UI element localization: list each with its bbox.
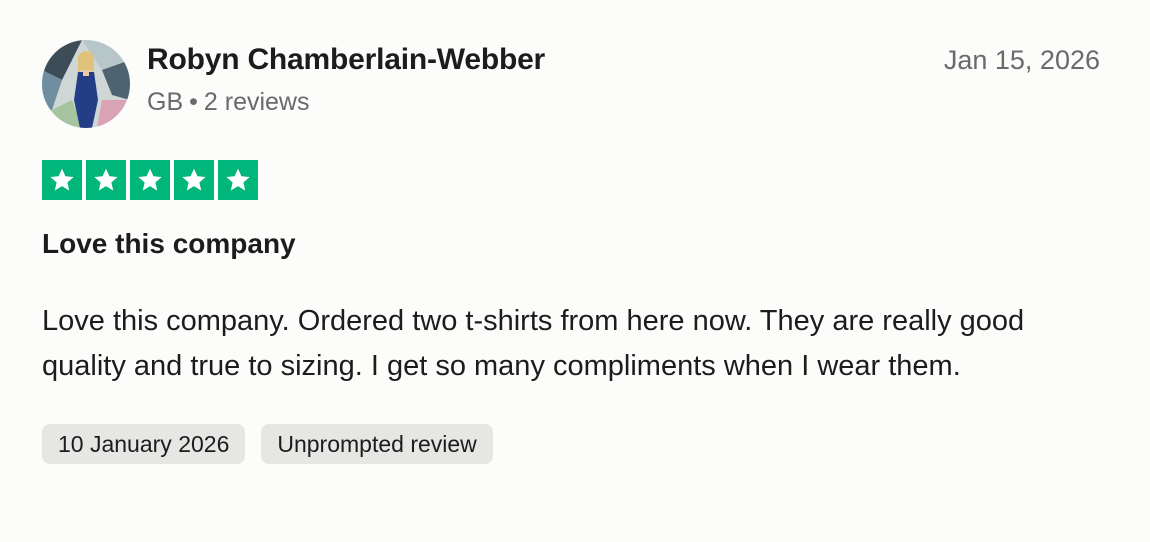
avatar-photo bbox=[42, 40, 130, 128]
star-icon bbox=[218, 160, 258, 200]
review-body: Love this company. Ordered two t-shirts … bbox=[42, 305, 1025, 382]
star-icon bbox=[86, 160, 126, 200]
review-title[interactable]: Love this company bbox=[42, 226, 1102, 262]
reviewer-country: GB bbox=[147, 88, 184, 116]
star-icon bbox=[42, 160, 82, 200]
star-rating bbox=[42, 160, 1102, 200]
review-type-badge[interactable]: Unprompted review bbox=[261, 424, 493, 464]
reviewer-info: Robyn Chamberlain-Webber GB • 2 reviews bbox=[147, 42, 545, 117]
star-glyph bbox=[94, 168, 118, 191]
avatar[interactable] bbox=[42, 40, 130, 128]
review-tags: 10 January 2026 Unprompted review bbox=[42, 424, 1102, 464]
star-glyph bbox=[182, 168, 206, 191]
experience-date-badge: 10 January 2026 bbox=[42, 424, 246, 464]
reviewer-review-count: 2 reviews bbox=[203, 88, 310, 116]
star-icon bbox=[174, 160, 214, 200]
star-glyph bbox=[226, 168, 250, 191]
star-icon bbox=[130, 160, 170, 200]
meta-separator: • bbox=[189, 88, 198, 116]
reviewer-meta: GB • 2 reviews bbox=[147, 87, 545, 117]
review-date: Jan 15, 2026 bbox=[943, 45, 1100, 75]
reviewer-name[interactable]: Robyn Chamberlain-Webber bbox=[147, 42, 545, 78]
star-glyph bbox=[50, 168, 74, 191]
review-header: Robyn Chamberlain-Webber GB • 2 reviews Ja… bbox=[42, 40, 1102, 128]
review-card: Robyn Chamberlain-Webber GB • 2 reviews Ja… bbox=[42, 40, 1102, 464]
star-glyph bbox=[138, 168, 162, 191]
